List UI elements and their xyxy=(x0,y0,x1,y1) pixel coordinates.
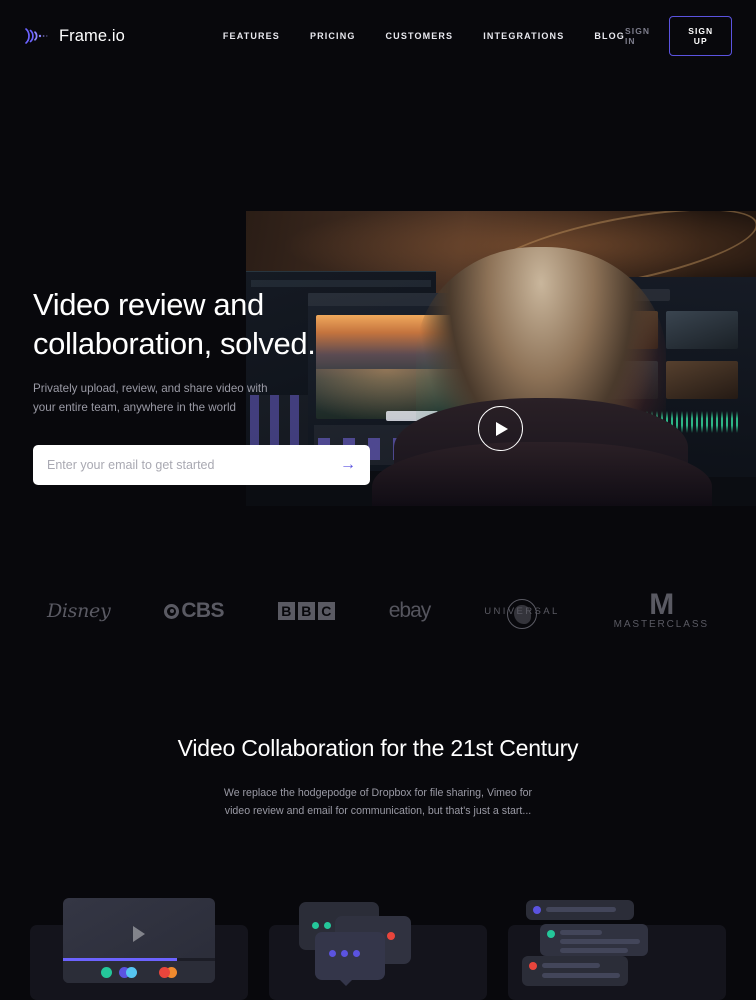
brand-name: Frame.io xyxy=(59,26,125,45)
text-placeholder xyxy=(560,939,640,944)
player-mockup xyxy=(63,898,215,983)
logo-bbc: B B C xyxy=(277,602,335,620)
typing-dots xyxy=(329,950,360,957)
play-icon xyxy=(133,926,145,942)
feature-card-review[interactable] xyxy=(30,898,248,1000)
section-title: Video Collaboration for the 21st Century xyxy=(177,735,579,761)
hero-section: Video review and collaboration, solved. … xyxy=(0,72,756,512)
feature-card-collaborate[interactable] xyxy=(508,900,726,1000)
text-placeholder xyxy=(546,907,616,912)
video-player-illustration xyxy=(30,898,248,1000)
logo-cbs: CBS xyxy=(164,599,224,623)
logo-ebay: ebay xyxy=(388,599,432,622)
avatar-dot xyxy=(101,967,112,978)
logo-disney: Disney xyxy=(46,600,111,622)
play-icon xyxy=(496,421,508,436)
avatar-dot xyxy=(533,906,541,914)
chat-bubbles-illustration xyxy=(269,898,487,1000)
feature-card-comments[interactable] xyxy=(269,902,487,1000)
nav-item-integrations[interactable]: INTEGRATIONS xyxy=(483,31,564,41)
masterclass-m-icon: M xyxy=(649,587,674,621)
chat-bubble xyxy=(315,932,385,986)
features-section: Video Collaboration for the 21st Century… xyxy=(0,735,756,820)
avatar-dot xyxy=(547,930,555,938)
customer-logo-strip: Disney CBS B B C ebay UNIVERSAL M MASTER… xyxy=(0,575,756,647)
comment-row xyxy=(540,924,648,956)
hero-title: Video review and collaboration, solved. xyxy=(33,287,316,362)
nav-item-blog[interactable]: BLOG xyxy=(594,31,625,41)
text-placeholder xyxy=(560,930,602,935)
waveform-icon xyxy=(25,28,48,44)
comment-rows-illustration xyxy=(508,898,726,1000)
cbs-eye-icon xyxy=(164,603,180,619)
avatar-dot xyxy=(159,967,170,978)
email-signup-form: → xyxy=(33,445,370,486)
email-input[interactable] xyxy=(47,458,340,473)
top-navigation: Frame.io FEATURES PRICING CUSTOMERS INTE… xyxy=(0,0,756,72)
comment-row xyxy=(522,956,628,986)
brand-logo[interactable]: Frame.io xyxy=(24,26,125,46)
avatar-dot xyxy=(126,967,137,978)
logo-universal: UNIVERSAL xyxy=(484,598,559,629)
section-subtitle: We replace the hodgepodge of Dropbox for… xyxy=(223,787,533,818)
comment-row xyxy=(526,900,634,920)
sign-up-button[interactable]: SIGN UP xyxy=(669,16,732,56)
play-button[interactable] xyxy=(478,406,523,451)
sign-in-link[interactable]: SIGN IN xyxy=(625,26,652,46)
nav-item-customers[interactable]: CUSTOMERS xyxy=(386,31,454,41)
media-thumbnail xyxy=(666,311,738,349)
nav-links: FEATURES PRICING CUSTOMERS INTEGRATIONS … xyxy=(223,31,625,41)
feature-cards xyxy=(0,898,756,1000)
text-placeholder xyxy=(560,948,628,953)
logo-masterclass: M MASTERCLASS xyxy=(613,587,709,630)
text-placeholder xyxy=(542,963,600,968)
nav-item-pricing[interactable]: PRICING xyxy=(310,31,356,41)
player-controls xyxy=(63,961,215,983)
nav-actions: SIGN IN SIGN UP xyxy=(625,16,732,56)
hero-subtitle: Privately upload, review, and share vide… xyxy=(33,381,268,414)
avatar-dot xyxy=(387,932,395,940)
media-thumbnail xyxy=(666,361,738,399)
arrow-right-icon[interactable]: → xyxy=(340,457,356,473)
avatar-dot xyxy=(529,962,537,970)
hero-copy: Video review and collaboration, solved. … xyxy=(33,285,373,486)
nav-item-features[interactable]: FEATURES xyxy=(223,31,280,41)
text-placeholder xyxy=(542,973,620,978)
